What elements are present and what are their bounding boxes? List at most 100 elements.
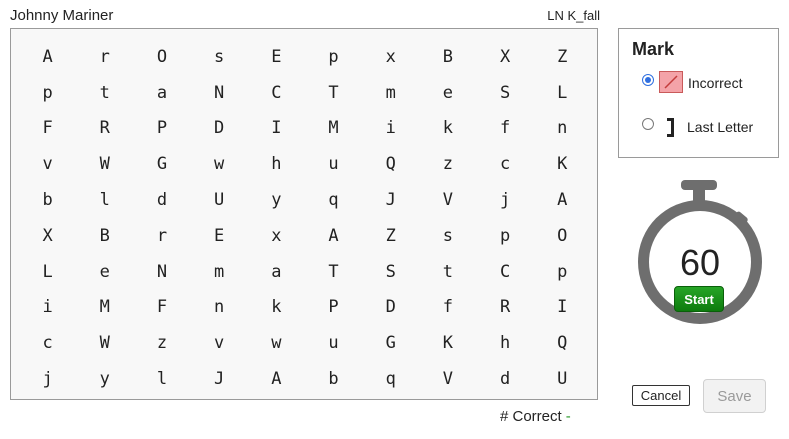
grid-letter[interactable]: C — [477, 254, 534, 290]
grid-letter[interactable]: k — [248, 290, 305, 326]
grid-letter[interactable]: r — [76, 39, 133, 75]
grid-letter[interactable]: m — [191, 254, 248, 290]
grid-letter[interactable]: t — [76, 75, 133, 111]
grid-letter[interactable]: M — [305, 111, 362, 147]
cancel-button[interactable]: Cancel — [632, 385, 690, 406]
grid-letter[interactable]: b — [305, 361, 362, 397]
grid-letter[interactable]: Q — [362, 146, 419, 182]
grid-letter[interactable]: I — [248, 111, 305, 147]
grid-letter[interactable]: L — [534, 75, 591, 111]
grid-letter[interactable]: A — [248, 361, 305, 397]
grid-letter[interactable]: K — [419, 325, 476, 361]
grid-letter[interactable]: i — [362, 111, 419, 147]
grid-letter[interactable]: u — [305, 325, 362, 361]
grid-letter[interactable]: K — [534, 146, 591, 182]
grid-letter[interactable]: L — [19, 254, 76, 290]
grid-letter[interactable]: z — [419, 146, 476, 182]
grid-letter[interactable]: j — [19, 361, 76, 397]
grid-letter[interactable]: e — [76, 254, 133, 290]
grid-letter[interactable]: Z — [534, 39, 591, 75]
grid-letter[interactable]: d — [477, 361, 534, 397]
grid-letter[interactable]: X — [19, 218, 76, 254]
grid-letter[interactable]: s — [419, 218, 476, 254]
grid-letter[interactable]: V — [419, 361, 476, 397]
grid-letter[interactable]: D — [362, 290, 419, 326]
grid-letter[interactable]: q — [305, 182, 362, 218]
grid-letter[interactable]: J — [362, 182, 419, 218]
grid-letter[interactable]: F — [19, 111, 76, 147]
grid-letter[interactable]: j — [477, 182, 534, 218]
grid-letter[interactable]: c — [477, 146, 534, 182]
save-button[interactable]: Save — [703, 379, 766, 413]
grid-letter[interactable]: Z — [362, 218, 419, 254]
grid-letter[interactable]: A — [19, 39, 76, 75]
grid-letter[interactable]: E — [191, 218, 248, 254]
grid-letter[interactable]: W — [76, 146, 133, 182]
grid-letter[interactable]: T — [305, 75, 362, 111]
grid-letter[interactable]: z — [133, 325, 190, 361]
grid-letter[interactable]: v — [19, 146, 76, 182]
grid-letter[interactable]: A — [534, 182, 591, 218]
grid-letter[interactable]: U — [191, 182, 248, 218]
grid-letter[interactable]: l — [76, 182, 133, 218]
grid-letter[interactable]: p — [305, 39, 362, 75]
grid-letter[interactable]: e — [419, 75, 476, 111]
grid-letter[interactable]: a — [248, 254, 305, 290]
grid-letter[interactable]: P — [305, 290, 362, 326]
grid-letter[interactable]: R — [76, 111, 133, 147]
grid-letter[interactable]: a — [133, 75, 190, 111]
grid-letter[interactable]: m — [362, 75, 419, 111]
last-letter-label[interactable]: Last Letter — [687, 119, 753, 135]
grid-letter[interactable]: l — [133, 361, 190, 397]
grid-letter[interactable]: p — [477, 218, 534, 254]
grid-letter[interactable]: p — [534, 254, 591, 290]
grid-letter[interactable]: h — [248, 146, 305, 182]
grid-letter[interactable]: O — [133, 39, 190, 75]
grid-letter[interactable]: N — [191, 75, 248, 111]
grid-letter[interactable]: y — [76, 361, 133, 397]
grid-letter[interactable]: h — [477, 325, 534, 361]
grid-letter[interactable]: p — [19, 75, 76, 111]
grid-letter[interactable]: V — [419, 182, 476, 218]
grid-letter[interactable]: S — [477, 75, 534, 111]
grid-letter[interactable]: R — [477, 290, 534, 326]
grid-letter[interactable]: x — [362, 39, 419, 75]
grid-letter[interactable]: G — [133, 146, 190, 182]
grid-letter[interactable]: w — [248, 325, 305, 361]
grid-letter[interactable]: f — [419, 290, 476, 326]
grid-letter[interactable]: G — [362, 325, 419, 361]
grid-letter[interactable]: U — [534, 361, 591, 397]
grid-letter[interactable]: y — [248, 182, 305, 218]
grid-letter[interactable]: W — [76, 325, 133, 361]
grid-letter[interactable]: D — [191, 111, 248, 147]
grid-letter[interactable]: Q — [534, 325, 591, 361]
grid-letter[interactable]: B — [419, 39, 476, 75]
grid-letter[interactable]: d — [133, 182, 190, 218]
grid-letter[interactable]: N — [133, 254, 190, 290]
grid-letter[interactable]: v — [191, 325, 248, 361]
grid-letter[interactable]: q — [362, 361, 419, 397]
grid-letter[interactable]: J — [191, 361, 248, 397]
grid-letter[interactable]: A — [305, 218, 362, 254]
grid-letter[interactable]: E — [248, 39, 305, 75]
incorrect-label[interactable]: Incorrect — [688, 75, 742, 91]
incorrect-radio[interactable] — [642, 74, 654, 86]
grid-letter[interactable]: I — [534, 290, 591, 326]
grid-letter[interactable]: S — [362, 254, 419, 290]
grid-letter[interactable]: w — [191, 146, 248, 182]
grid-letter[interactable]: X — [477, 39, 534, 75]
grid-letter[interactable]: t — [419, 254, 476, 290]
grid-letter[interactable]: i — [19, 290, 76, 326]
grid-letter[interactable]: n — [191, 290, 248, 326]
grid-letter[interactable]: x — [248, 218, 305, 254]
grid-letter[interactable]: O — [534, 218, 591, 254]
grid-letter[interactable]: B — [76, 218, 133, 254]
grid-letter[interactable]: u — [305, 146, 362, 182]
grid-letter[interactable]: c — [19, 325, 76, 361]
grid-letter[interactable]: M — [76, 290, 133, 326]
grid-letter[interactable]: n — [534, 111, 591, 147]
grid-letter[interactable]: f — [477, 111, 534, 147]
grid-letter[interactable]: b — [19, 182, 76, 218]
start-button[interactable]: Start — [674, 286, 724, 312]
grid-letter[interactable]: k — [419, 111, 476, 147]
